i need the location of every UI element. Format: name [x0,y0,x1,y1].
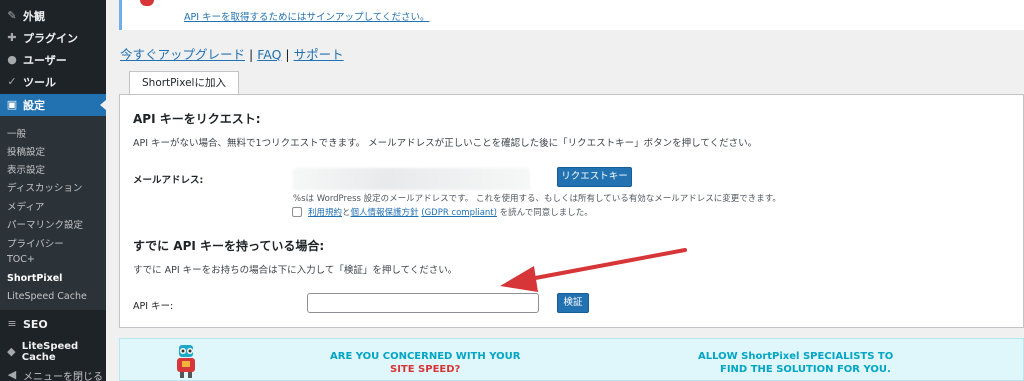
menu-settings[interactable]: ▣ 設定 [0,94,106,116]
api-key-input[interactable] [307,293,539,313]
menu-litespeed-cache[interactable]: ◆ LiteSpeed Cache [0,341,106,363]
banner-right-line1: ALLOW ShortPixel SPECIALISTS TO [698,351,894,362]
api-key-panel: API キーをリクエスト: API キーがない場合、無料で1つリクエストできます… [119,94,1024,328]
litespeed-icon: ◆ [7,345,16,358]
submenu-permalinks[interactable]: パーマリンク設定 [7,217,83,231]
submenu-general[interactable]: 一般 [7,126,26,140]
collapse-menu-button[interactable]: ◀ メニューを閉じる [0,364,106,381]
banner-right-line2: FIND THE SOLUTION FOR YOU. [720,364,891,375]
wrench-icon: ✓ [7,75,17,88]
menu-tools[interactable]: ✓ ツール [0,71,106,93]
plugin-icon: ✚ [7,31,17,44]
tab-join-shortpixel[interactable]: ShortPixelに加入 [129,71,239,95]
faq-link[interactable]: FAQ [257,47,281,62]
request-title: API キーをリクエスト: [133,112,261,126]
admin-sidebar: ✎ 外観 ✚ プラグイン ● ユーザー ✓ ツール ▣ 設定 一般 投稿設定 表… [0,0,106,381]
banner-left-line2: SITE SPEED? [390,364,461,375]
separator: | [249,47,254,62]
existing-key-description: すでに API キーをお持ちの場合は下に入力して「検証」を押してください。 [133,265,458,276]
api-key-label: API キー: [133,301,174,312]
gdpr-link[interactable]: (GDPR compliant) [421,208,497,218]
specialists-banner: ARE YOU CONCERNED WITH YOUR SITE SPEED? … [119,338,1024,381]
submenu-privacy[interactable]: プライバシー [7,236,64,250]
email-label: メールアドレス: [133,175,204,186]
settings-submenu: 一般 投稿設定 表示設定 ディスカッション メディア パーマリンク設定 プライバ… [0,116,106,310]
collapse-icon: ◀ [7,368,17,381]
seo-icon: ≡ [7,317,17,330]
agree-checkbox[interactable] [292,207,302,217]
settings-icon: ▣ [6,98,18,111]
menu-appearance[interactable]: ✎ 外観 [0,5,106,27]
brush-icon: ✎ [7,9,17,22]
submenu-toc[interactable]: TOC+ [7,254,35,265]
submenu-writing[interactable]: 投稿設定 [7,144,45,158]
request-key-button[interactable]: リクエストキー [557,167,632,187]
email-field[interactable] [293,168,530,190]
signup-notice: API キーを取得するためにはサインアップしてください。 [119,0,1024,30]
main-content: API キーを取得するためにはサインアップしてください。 今すぐアップグレード … [106,0,1024,381]
submenu-litespeed[interactable]: LiteSpeed Cache [7,291,87,302]
submenu-discussion[interactable]: ディスカッション [7,180,82,194]
robot-mascot-icon [177,345,195,378]
agree-text: 利用規約と個人情報保護方針 (GDPR compliant) を読んで同意しまし… [308,208,593,218]
request-description: API キーがない場合、無料で1つリクエストできます。 メールアドレスが正しいこ… [133,138,758,149]
submenu-reading[interactable]: 表示設定 [7,162,45,176]
existing-key-title: すでに API キーを持っている場合: [133,239,325,253]
support-link[interactable]: サポート [294,47,344,62]
menu-users[interactable]: ● ユーザー [0,49,106,71]
submenu-shortpixel[interactable]: ShortPixel [7,273,62,284]
banner-left-line1: ARE YOU CONCERNED WITH YOUR [330,351,521,362]
privacy-link[interactable]: 個人情報保護方針 [351,208,419,218]
terms-link[interactable]: 利用規約 [308,208,342,218]
user-icon: ● [7,53,17,66]
menu-seo[interactable]: ≡ SEO [0,313,106,335]
email-hint: %sは WordPress 設定のメールアドレスです。 これを使用する、もしくは… [293,194,781,204]
shortpixel-robot-icon [140,0,154,6]
signup-link[interactable]: API キーを取得するためにはサインアップしてください。 [184,9,429,23]
upgrade-link[interactable]: 今すぐアップグレード [120,47,245,62]
submenu-media[interactable]: メディア [7,199,44,213]
top-links: 今すぐアップグレード | FAQ | サポート [120,44,344,63]
menu-plugins[interactable]: ✚ プラグイン [0,27,106,49]
validate-button[interactable]: 検証 [557,293,589,313]
separator: | [285,47,290,62]
